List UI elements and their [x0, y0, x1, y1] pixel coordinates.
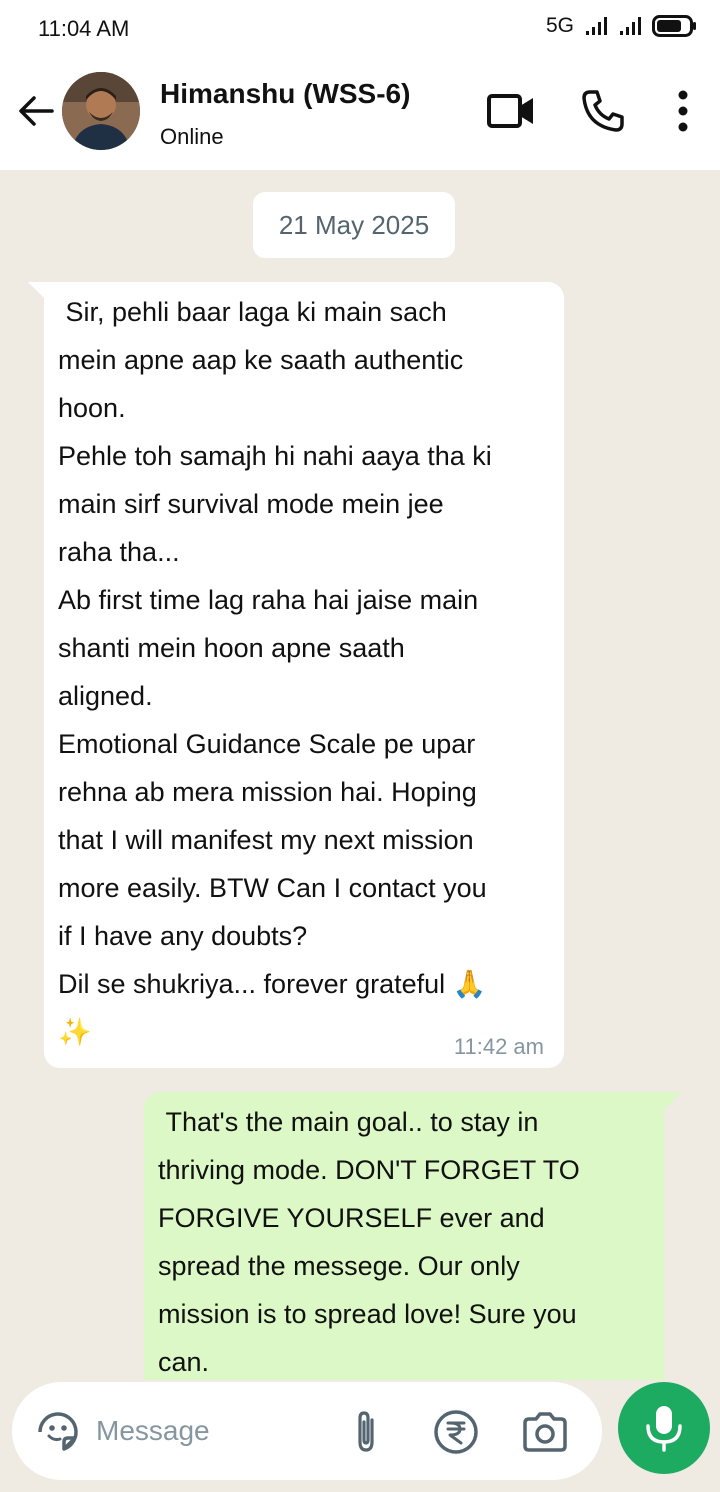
- status-bar: 11:04 AM 5G: [0, 0, 720, 58]
- message-text: Sir, pehli baar laga ki main sach mein a…: [58, 297, 492, 1047]
- avatar[interactable]: [62, 72, 140, 150]
- contact-name[interactable]: Himanshu (WSS-6): [160, 78, 410, 110]
- outgoing-bubble-tail: [664, 1092, 682, 1110]
- microphone-icon: [646, 1406, 682, 1452]
- video-call-icon[interactable]: [486, 86, 536, 136]
- message-time: 11:42 am: [453, 1034, 544, 1059]
- rupee-payment-icon[interactable]: [432, 1408, 480, 1456]
- date-divider: 21 May 2025: [253, 192, 455, 258]
- status-time: 11:04 AM: [38, 16, 130, 41]
- sticker-emoji-icon[interactable]: [34, 1408, 82, 1456]
- message-text: That's the main goal.. to stay in thrivi…: [158, 1107, 580, 1377]
- status-icons: 5G: [546, 14, 698, 38]
- battery-icon: [652, 15, 696, 37]
- back-arrow-icon[interactable]: [16, 94, 56, 128]
- avatar-photo: [62, 72, 140, 150]
- signal-icon-2: [620, 17, 641, 35]
- camera-icon[interactable]: [520, 1408, 570, 1456]
- more-options-icon[interactable]: [668, 86, 698, 136]
- chat-area[interactable]: 21 May 2025 Sir, pehli baar laga ki main…: [0, 170, 720, 1380]
- chat-header: Himanshu (WSS-6) Online: [0, 58, 720, 170]
- voice-record-button[interactable]: [618, 1382, 710, 1474]
- incoming-message[interactable]: Sir, pehli baar laga ki main sach mein a…: [44, 282, 564, 1068]
- contact-status: Online: [160, 124, 224, 149]
- signal-icon: [586, 17, 607, 35]
- message-composer: [12, 1382, 602, 1480]
- message-input[interactable]: [96, 1406, 336, 1456]
- network-type: 5G: [545, 14, 574, 37]
- outgoing-message[interactable]: That's the main goal.. to stay in thrivi…: [144, 1092, 664, 1380]
- phone-icon[interactable]: [578, 86, 628, 136]
- attachment-icon[interactable]: [348, 1408, 384, 1456]
